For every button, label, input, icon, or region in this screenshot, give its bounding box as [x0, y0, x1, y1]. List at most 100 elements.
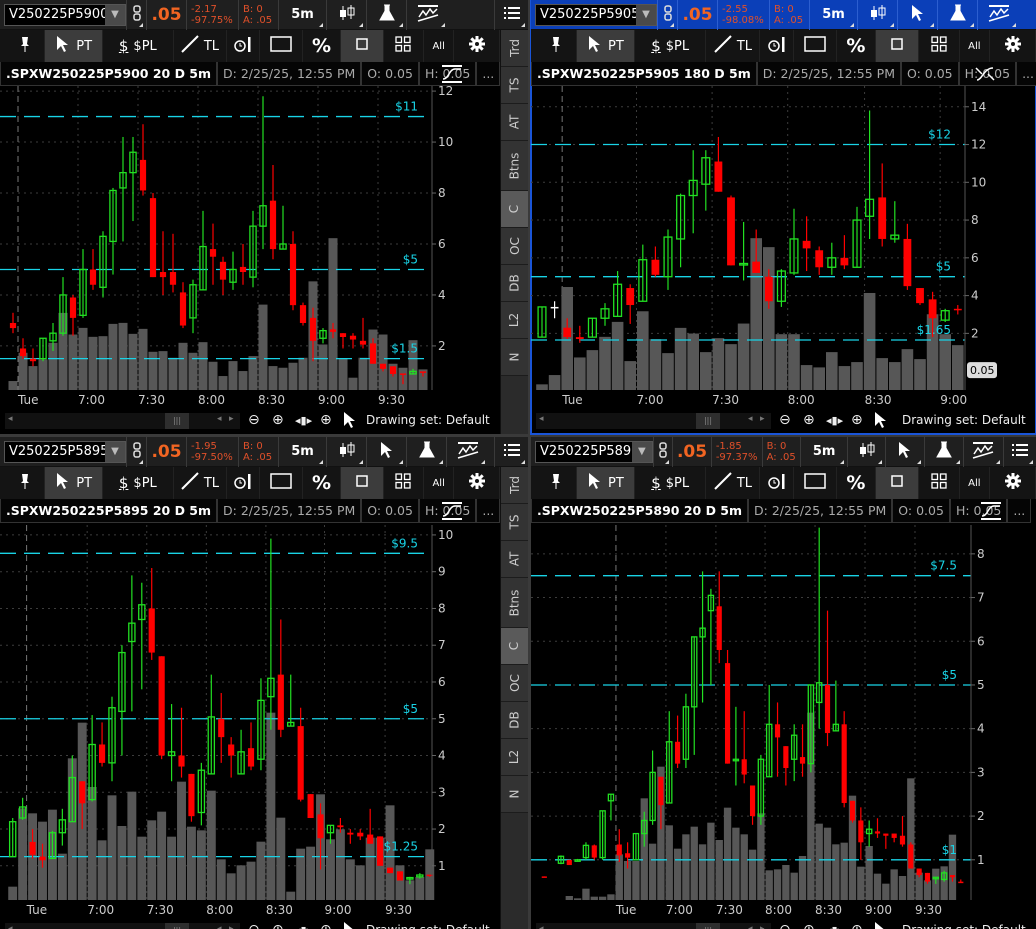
grid-layout-button[interactable] [919, 467, 960, 499]
drawing-set-selector[interactable]: Drawing set: Default [366, 413, 490, 427]
scrollbar-thumb[interactable]: ||| [696, 413, 720, 429]
side-tab-db[interactable]: DB [501, 265, 528, 302]
horizontal-scrollbar[interactable]: ◂ ||| ◂ ▸ [5, 923, 240, 929]
studies-button[interactable] [366, 0, 406, 30]
side-tab-trd[interactable]: Trd [501, 467, 528, 504]
pl-tool-button[interactable]: $ $PL [635, 30, 707, 62]
link-button[interactable] [126, 0, 146, 30]
time-marker-button[interactable] [227, 30, 261, 62]
chart-style-button[interactable] [857, 0, 897, 30]
single-layout-button[interactable] [875, 467, 919, 499]
scroll-left-icon[interactable]: ◂ [8, 414, 13, 424]
zoom-in-icon[interactable]: ⊕ [803, 922, 815, 929]
single-layout-button[interactable] [875, 30, 919, 62]
side-tab-db[interactable]: DB [501, 702, 528, 739]
chart-style-button[interactable] [326, 437, 366, 467]
studies-button[interactable] [924, 437, 963, 467]
timeframe-button[interactable]: 5m [278, 437, 326, 467]
menu-button[interactable] [494, 437, 528, 467]
curve-icon[interactable] [434, 62, 470, 86]
cursor-mode-button[interactable] [885, 437, 924, 467]
more-info[interactable]: ... [1007, 499, 1032, 523]
side-tab-oc[interactable]: OC [501, 665, 528, 702]
scroll-prev-icon[interactable]: ◂ [748, 924, 753, 929]
symbol-selector[interactable]: V250225P5905 ▼ [535, 3, 657, 26]
price-chart[interactable]: $7.5 $5 $1 1 2 3 4 5 6 7 8 [531, 525, 1036, 900]
pointer-tool-button[interactable]: PT [576, 30, 635, 62]
horizontal-scrollbar[interactable]: ◂ ||| ◂ ▸ [536, 923, 771, 929]
time-marker-button[interactable] [227, 467, 261, 499]
zoom-out-icon[interactable]: ⊖ [779, 922, 791, 929]
expand-icon[interactable]: ◂▮▸ [826, 414, 843, 427]
menu-button[interactable] [494, 0, 528, 30]
percent-tool-button[interactable]: % [303, 30, 342, 62]
scroll-next-icon[interactable]: ▸ [229, 414, 234, 424]
price-chart[interactable]: $9.5 $5 $1.25 1 2 3 4 5 6 7 8 9 10 [0, 525, 500, 900]
symbol-selector[interactable]: V250225P5900 ▼ [4, 3, 126, 26]
scrollbar-thumb[interactable]: ||| [165, 923, 189, 929]
side-tab-oc[interactable]: OC [501, 228, 528, 265]
side-tab-l2[interactable]: L2 [501, 739, 528, 776]
drawings-button[interactable] [977, 0, 1019, 30]
zoom-in-icon[interactable]: ⊕ [272, 922, 284, 929]
price-chart[interactable]: $12 $5 $1.65 2 4 6 8 10 12 14 0.05 [531, 86, 1036, 390]
rectangle-tool-button[interactable] [794, 467, 838, 499]
timeframe-button[interactable]: 5m [800, 437, 846, 467]
zoom-out-icon[interactable]: ⊖ [779, 412, 791, 428]
rectangle-tool-button[interactable] [794, 30, 838, 62]
cursor-icon[interactable] [873, 411, 889, 433]
scroll-left-icon[interactable]: ◂ [539, 414, 544, 424]
all-button[interactable]: All [960, 467, 991, 499]
settings-button[interactable] [454, 30, 500, 62]
pl-tool-button[interactable]: $ $PL [635, 467, 707, 499]
zoom-in-icon[interactable]: ⊕ [272, 412, 284, 428]
swap-icon[interactable] [967, 62, 1003, 86]
crosshair-icon[interactable]: ⊕ [851, 922, 863, 929]
all-button[interactable]: All [960, 30, 991, 62]
time-marker-button[interactable] [760, 30, 795, 62]
side-tab-btns[interactable]: Btns [501, 141, 528, 191]
menu-button[interactable] [1003, 437, 1036, 467]
crosshair-icon[interactable]: ⊕ [320, 922, 332, 929]
trendline-tool-button[interactable]: TL [174, 467, 228, 499]
drawing-set-selector[interactable]: Drawing set: Default [366, 923, 490, 929]
expand-icon[interactable]: ◂▮▸ [826, 924, 843, 929]
cursor-icon[interactable] [873, 921, 889, 929]
more-info[interactable]: ... [476, 62, 501, 86]
side-tab-trd[interactable]: Trd [501, 30, 528, 67]
scroll-left-icon[interactable]: ◂ [8, 924, 13, 929]
cursor-mode-button[interactable] [366, 437, 406, 467]
expand-icon[interactable]: ◂▮▸ [295, 414, 312, 427]
link-button[interactable] [126, 437, 146, 467]
pl-tool-button[interactable]: $ $PL [103, 30, 174, 62]
more-info[interactable]: ... [1016, 62, 1036, 86]
single-layout-button[interactable] [341, 30, 384, 62]
zoom-out-icon[interactable]: ⊖ [248, 412, 260, 428]
side-tab-btns[interactable]: Btns [501, 578, 528, 628]
drawings-button[interactable] [406, 0, 448, 30]
crosshair-icon[interactable]: ⊕ [320, 412, 332, 428]
cursor-mode-button[interactable] [897, 0, 937, 30]
grid-layout-button[interactable] [384, 467, 425, 499]
curve-icon[interactable] [973, 499, 1009, 523]
pin-button[interactable] [536, 30, 577, 62]
drawing-set-selector[interactable]: Drawing set: Default [902, 413, 1026, 427]
percent-tool-button[interactable]: % [837, 30, 876, 62]
side-tab-c[interactable]: C [501, 628, 528, 665]
studies-button[interactable] [406, 437, 446, 467]
dropdown-arrow-icon[interactable]: ▼ [631, 441, 652, 462]
all-button[interactable]: All [424, 30, 455, 62]
rectangle-tool-button[interactable] [260, 30, 303, 62]
percent-tool-button[interactable]: % [303, 467, 342, 499]
pointer-tool-button[interactable]: PT [45, 30, 103, 62]
chart-style-button[interactable] [326, 0, 366, 30]
pointer-tool-button[interactable]: PT [576, 467, 635, 499]
price-chart[interactable]: $11 $5 $1.5 2 4 6 8 10 12 [0, 86, 500, 390]
dropdown-arrow-icon[interactable]: ▼ [636, 4, 656, 25]
side-tab-n[interactable]: N [501, 339, 528, 376]
pin-button[interactable] [5, 30, 46, 62]
scrollbar-thumb[interactable]: ||| [696, 923, 720, 929]
cursor-icon[interactable] [342, 921, 358, 929]
pin-button[interactable] [536, 467, 577, 499]
crosshair-icon[interactable]: ⊕ [851, 412, 863, 428]
